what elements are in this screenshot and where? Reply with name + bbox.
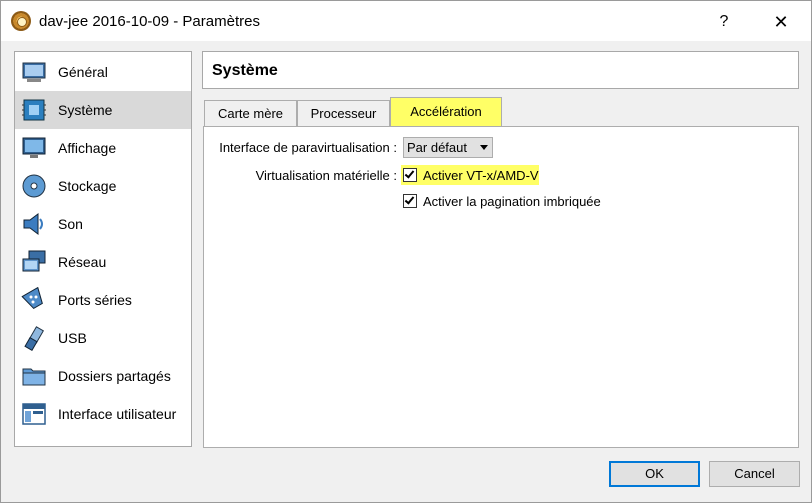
- tab-acceleration[interactable]: Accélération: [390, 97, 502, 126]
- settings-sidebar: Général Système Affichage Stockage Son R…: [14, 51, 192, 447]
- sidebar-item-general[interactable]: Général: [15, 53, 191, 91]
- checkmark-icon: [404, 194, 415, 205]
- sidebar-item-user-interface[interactable]: Interface utilisateur: [15, 395, 191, 433]
- title-bar: dav-jee 2016-10-09 - Paramètres ? ✕: [1, 1, 811, 41]
- enable-nested-paging-checkbox[interactable]: [403, 194, 417, 208]
- enable-vtx-amdv-checkbox-row[interactable]: Activer VT-x/AMD-V: [401, 165, 539, 185]
- window-title: dav-jee 2016-10-09 - Paramètres: [39, 13, 260, 30]
- sidebar-item-storage[interactable]: Stockage: [15, 167, 191, 205]
- enable-nested-paging-checkbox-row[interactable]: Activer la pagination imbriquée: [401, 191, 611, 211]
- network-icon: [22, 250, 46, 272]
- close-button[interactable]: ✕: [761, 9, 801, 35]
- user-interface-icon: [22, 403, 46, 425]
- storage-icon: [22, 174, 46, 198]
- tab-processor[interactable]: Processeur: [297, 100, 390, 126]
- sidebar-item-label: Dossiers partagés: [58, 368, 171, 384]
- system-icon: [22, 99, 46, 121]
- sidebar-item-serial-ports[interactable]: Ports séries: [15, 281, 191, 319]
- chevron-down-icon: [480, 145, 488, 150]
- sidebar-item-usb[interactable]: USB: [15, 319, 191, 357]
- sidebar-item-label: Stockage: [58, 178, 117, 194]
- page-title: Système: [212, 62, 278, 79]
- sidebar-item-sound[interactable]: Son: [15, 205, 191, 243]
- checkmark-icon: [404, 168, 415, 179]
- tab-motherboard[interactable]: Carte mère: [204, 100, 297, 126]
- cancel-button[interactable]: Cancel: [709, 461, 800, 487]
- enable-vtx-amdv-label: Activer VT-x/AMD-V: [423, 168, 539, 183]
- sidebar-item-label: Général: [58, 64, 108, 80]
- enable-nested-paging-label: Activer la pagination imbriquée: [423, 194, 601, 209]
- sidebar-item-label: USB: [58, 330, 87, 346]
- usb-icon: [24, 326, 45, 351]
- sidebar-item-network[interactable]: Réseau: [15, 243, 191, 281]
- paravirtualization-value: Par défaut: [407, 140, 467, 155]
- serial-ports-icon: [21, 287, 43, 310]
- tab-bar: Carte mère Processeur Accélération: [204, 97, 504, 126]
- shared-folders-icon: [22, 368, 46, 386]
- virtualbox-app-icon: [11, 11, 31, 31]
- settings-dialog: dav-jee 2016-10-09 - Paramètres ? ✕ Géné…: [0, 0, 812, 503]
- sidebar-item-label: Système: [58, 102, 113, 118]
- paravirtualization-label: Interface de paravirtualisation :: [219, 140, 397, 155]
- hardware-virtualization-label: Virtualisation matérielle :: [255, 168, 397, 183]
- section-header: Système: [202, 51, 799, 89]
- sidebar-item-label: Interface utilisateur: [58, 406, 177, 422]
- paravirtualization-select[interactable]: Par défaut: [403, 137, 493, 158]
- ok-button[interactable]: OK: [609, 461, 700, 487]
- sidebar-item-label: Affichage: [58, 140, 117, 156]
- sidebar-item-display[interactable]: Affichage: [15, 129, 191, 167]
- sidebar-item-label: Son: [58, 216, 83, 232]
- sound-icon: [23, 213, 43, 235]
- help-button[interactable]: ?: [706, 9, 742, 35]
- sidebar-item-system[interactable]: Système: [15, 91, 191, 129]
- sidebar-item-label: Ports séries: [58, 292, 132, 308]
- sidebar-item-shared-folders[interactable]: Dossiers partagés: [15, 357, 191, 395]
- enable-vtx-amdv-checkbox[interactable]: [403, 168, 417, 182]
- display-icon: [22, 137, 46, 158]
- sidebar-item-label: Réseau: [58, 254, 107, 270]
- general-icon: [22, 62, 46, 82]
